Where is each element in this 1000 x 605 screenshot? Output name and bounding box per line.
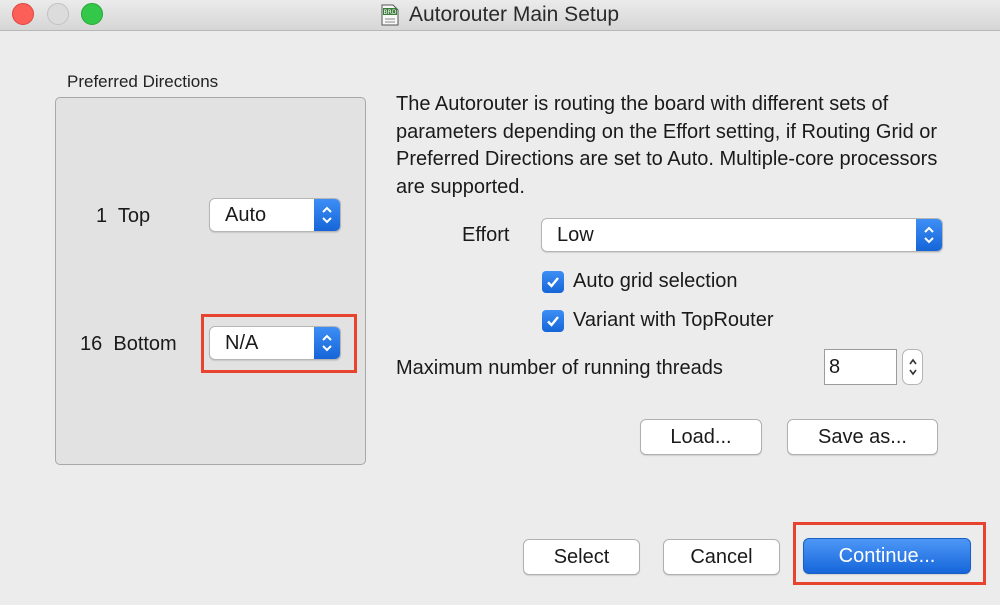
chevron-updown-icon (314, 327, 340, 359)
title-bar: BRD Autorouter Main Setup (0, 0, 1000, 31)
effort-select[interactable]: Low (541, 218, 943, 252)
checkmark-icon (542, 309, 564, 332)
variant-toprouter-checkbox[interactable]: Variant with TopRouter (542, 309, 773, 332)
cancel-button[interactable]: Cancel (663, 539, 780, 575)
brd-document-icon: BRD (381, 4, 399, 26)
chevron-updown-icon (916, 219, 942, 251)
chevron-updown-icon (314, 199, 340, 231)
doc-icon-label: BRD (383, 9, 396, 16)
layer-top-direction-select[interactable]: Auto (209, 198, 341, 232)
max-threads-label: Maximum number of running threads (396, 357, 723, 379)
autorouter-description: The Autorouter is routing the board with… (396, 93, 938, 198)
effort-value: Low (557, 223, 594, 246)
variant-toprouter-label: Variant with TopRouter (573, 309, 774, 331)
max-threads-input[interactable]: 8 (824, 349, 897, 385)
save-as-button[interactable]: Save as... (787, 419, 938, 455)
max-threads-stepper[interactable] (902, 349, 923, 385)
select-button[interactable]: Select (523, 539, 640, 575)
preferred-directions-group (55, 97, 366, 465)
window-title: Autorouter Main Setup (408, 3, 620, 26)
autorouter-dialog: BRD Autorouter Main Setup Preferred Dire… (0, 0, 1000, 605)
stepper-arrows-icon (908, 358, 917, 376)
auto-grid-selection-label: Auto grid selection (573, 270, 738, 292)
checkmark-icon (542, 270, 564, 293)
layer-bottom-label: 16 Bottom (80, 333, 177, 355)
layer-top-label: 1 Top (96, 205, 151, 227)
auto-grid-selection-checkbox[interactable]: Auto grid selection (542, 270, 738, 293)
effort-label: Effort (462, 224, 510, 246)
layer-bottom-direction-value: N/A (225, 331, 259, 354)
layer-top-direction-value: Auto (225, 203, 267, 226)
continue-button[interactable]: Continue... (803, 538, 971, 574)
load-button[interactable]: Load... (640, 419, 762, 455)
preferred-directions-label: Preferred Directions (67, 72, 219, 91)
layer-bottom-direction-select[interactable]: N/A (209, 326, 341, 360)
